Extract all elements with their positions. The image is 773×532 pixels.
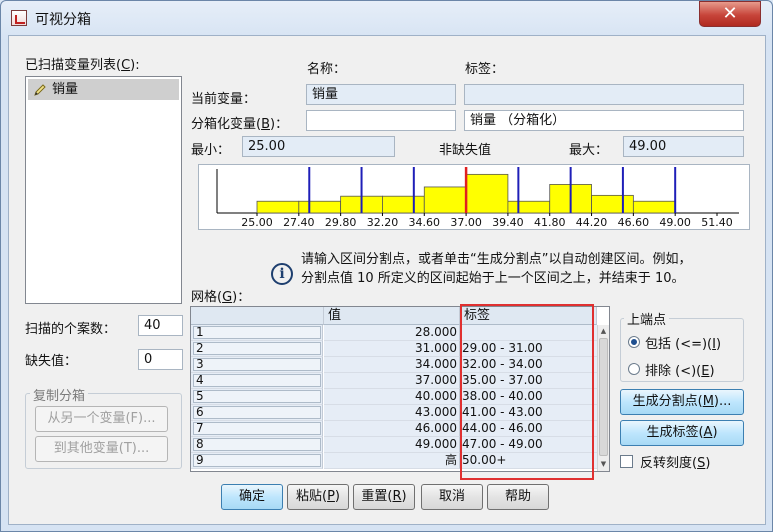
histogram-tick-label: 29.80 — [325, 216, 357, 229]
scroll-down-arrow-icon[interactable]: ▼ — [599, 460, 608, 469]
min-label: 最小： — [191, 143, 231, 158]
value-cell[interactable]: 49.000 — [324, 437, 460, 453]
grid-label: 网格(G)： — [191, 290, 251, 305]
highlight-box — [460, 304, 594, 480]
histogram-bar — [256, 200, 300, 214]
scanned-cases-label: 扫描的个案数： — [25, 322, 117, 337]
row-number-cell: 2 — [191, 341, 323, 357]
histogram-tick-label: 49.00 — [659, 216, 691, 229]
value-cell[interactable]: 46.000 — [324, 421, 460, 437]
generate-cutpoints-button[interactable]: 生成分割点(M)... — [620, 389, 744, 415]
histogram-bar — [632, 200, 676, 214]
histogram-tick-label: 41.80 — [534, 216, 566, 229]
value-cell[interactable]: 34.000 — [324, 357, 460, 373]
value-cell[interactable]: 40.000 — [324, 389, 460, 405]
cancel-button[interactable]: 取消 — [421, 484, 483, 510]
list-item-label: 销量 — [52, 82, 79, 97]
row-number-cell: 8 — [191, 437, 323, 453]
copy-from-other-button[interactable]: 从另一个变量(F)... — [35, 406, 168, 432]
scanned-list-label: 已扫描变量列表(C): — [25, 58, 140, 73]
binned-variable-label: 分箱化变量(B)： — [191, 117, 289, 132]
reverse-scale-label: 反转刻度(S) — [640, 456, 711, 471]
histogram[interactable]: 25.00 27.40 29.80 32.20 34.60 37.00 39.40 41.80… — [198, 164, 750, 230]
row-number-cell: 3 — [191, 357, 323, 373]
row-number-cell: 9 — [191, 453, 323, 469]
reverse-scale-checkbox[interactable] — [620, 455, 633, 468]
close-button[interactable]: ✕ — [699, 1, 761, 27]
histogram-tick-label: 27.40 — [283, 216, 315, 229]
info-icon: i — [271, 263, 293, 285]
histogram-tick-label: 34.60 — [409, 216, 441, 229]
histogram-bar — [298, 200, 342, 214]
row-number-cell: 1 — [191, 325, 323, 341]
histogram-bar — [382, 195, 425, 214]
exclude-radio[interactable] — [628, 363, 640, 375]
scanned-cases-value: 40 — [138, 315, 183, 336]
scroll-up-arrow-icon[interactable]: ▲ — [599, 327, 608, 336]
nonmissing-label: 非缺失值 — [439, 143, 492, 158]
missing-value: 0 — [138, 349, 183, 370]
list-item[interactable]: 销量 — [28, 79, 179, 100]
grid-header-row — [191, 307, 324, 325]
paste-button[interactable]: 粘贴(P) — [287, 484, 349, 510]
histogram-tick-label: 32.20 — [367, 216, 399, 229]
exclude-radio-label: 排除 (<)(E) — [645, 364, 715, 379]
missing-label: 缺失值： — [25, 354, 78, 369]
histogram-bar — [465, 173, 509, 214]
current-variable-name: 销量 — [306, 84, 456, 105]
copy-bins-title: 复制分箱 — [30, 385, 89, 404]
info-text-line2: 分割点值 10 所定义的区间起始于上一个区间之上，并结束于 10。 — [301, 271, 685, 286]
window-title: 可视分箱 — [35, 12, 91, 28]
include-radio[interactable] — [628, 336, 640, 348]
generate-tags-button[interactable]: 生成标签(A) — [620, 420, 744, 446]
scanned-variable-list[interactable]: 销量 — [25, 76, 182, 304]
tag-column-label: 标签： — [465, 62, 505, 77]
histogram-tick-label: 25.00 — [241, 216, 273, 229]
current-variable-tag — [464, 84, 744, 105]
max-value: 49.00 — [623, 136, 744, 157]
ok-button[interactable]: 确定 — [221, 484, 283, 510]
scroll-thumb[interactable] — [599, 338, 608, 456]
grid-header-value: 值 — [324, 307, 460, 325]
row-number-cell: 6 — [191, 405, 323, 421]
help-button[interactable]: 帮助 — [487, 484, 549, 510]
info-text-line1: 请输入区间分割点，或者单击“生成分割点”以自动创建区间。例如， — [301, 252, 692, 267]
value-cell[interactable]: 31.000 — [324, 341, 460, 357]
current-variable-label: 当前变量： — [191, 92, 257, 107]
endpoint-title: 上端点 — [624, 309, 670, 328]
histogram-tick-label: 44.20 — [576, 216, 608, 229]
histogram-bar — [507, 200, 551, 214]
grid-scrollbar[interactable]: ▲ ▼ — [597, 325, 609, 471]
row-number-cell: 4 — [191, 373, 323, 389]
histogram-bar — [423, 186, 467, 214]
histogram-tick-label: 39.40 — [492, 216, 523, 229]
title-bar[interactable]: 可视分箱 ✕ — [1, 1, 772, 35]
histogram-tick-label: 51.40 — [701, 216, 733, 229]
min-value: 25.00 — [242, 136, 395, 157]
row-number-cell: 5 — [191, 389, 323, 405]
binned-variable-tag-input[interactable]: 销量 （分箱化） — [464, 110, 744, 131]
histogram-plot: 25.00 27.40 29.80 32.20 34.60 37.00 39.40 41.80… — [216, 167, 739, 229]
dialog-body: 已扫描变量列表(C): 销量 名称： 标签： 当前变量： 销量 分箱化变量(B)… — [8, 35, 766, 525]
pencil-icon — [34, 84, 46, 96]
row-number-cell: 7 — [191, 421, 323, 437]
histogram-bar — [591, 194, 634, 214]
dialog-window: 可视分箱 ✕ 已扫描变量列表(C): 销量 名称： 标签： 当前变量： 销量 分… — [0, 0, 773, 532]
reset-button[interactable]: 重置(R) — [353, 484, 415, 510]
value-cell[interactable]: 43.000 — [324, 405, 460, 421]
value-cell[interactable]: 37.000 — [324, 373, 460, 389]
value-cell[interactable]: 28.000 — [324, 325, 460, 341]
copy-to-other-button[interactable]: 到其他变量(T)... — [35, 436, 168, 462]
value-cell[interactable]: 高 — [324, 453, 460, 469]
name-column-label: 名称： — [307, 62, 347, 77]
max-label: 最大： — [569, 143, 609, 158]
app-icon — [11, 10, 27, 26]
include-radio-label: 包括 (<=)(I) — [645, 337, 722, 352]
histogram-tick-label: 46.60 — [618, 216, 650, 229]
binned-variable-name-input[interactable] — [306, 110, 456, 131]
histogram-tick-label: 37.00 — [450, 216, 482, 229]
